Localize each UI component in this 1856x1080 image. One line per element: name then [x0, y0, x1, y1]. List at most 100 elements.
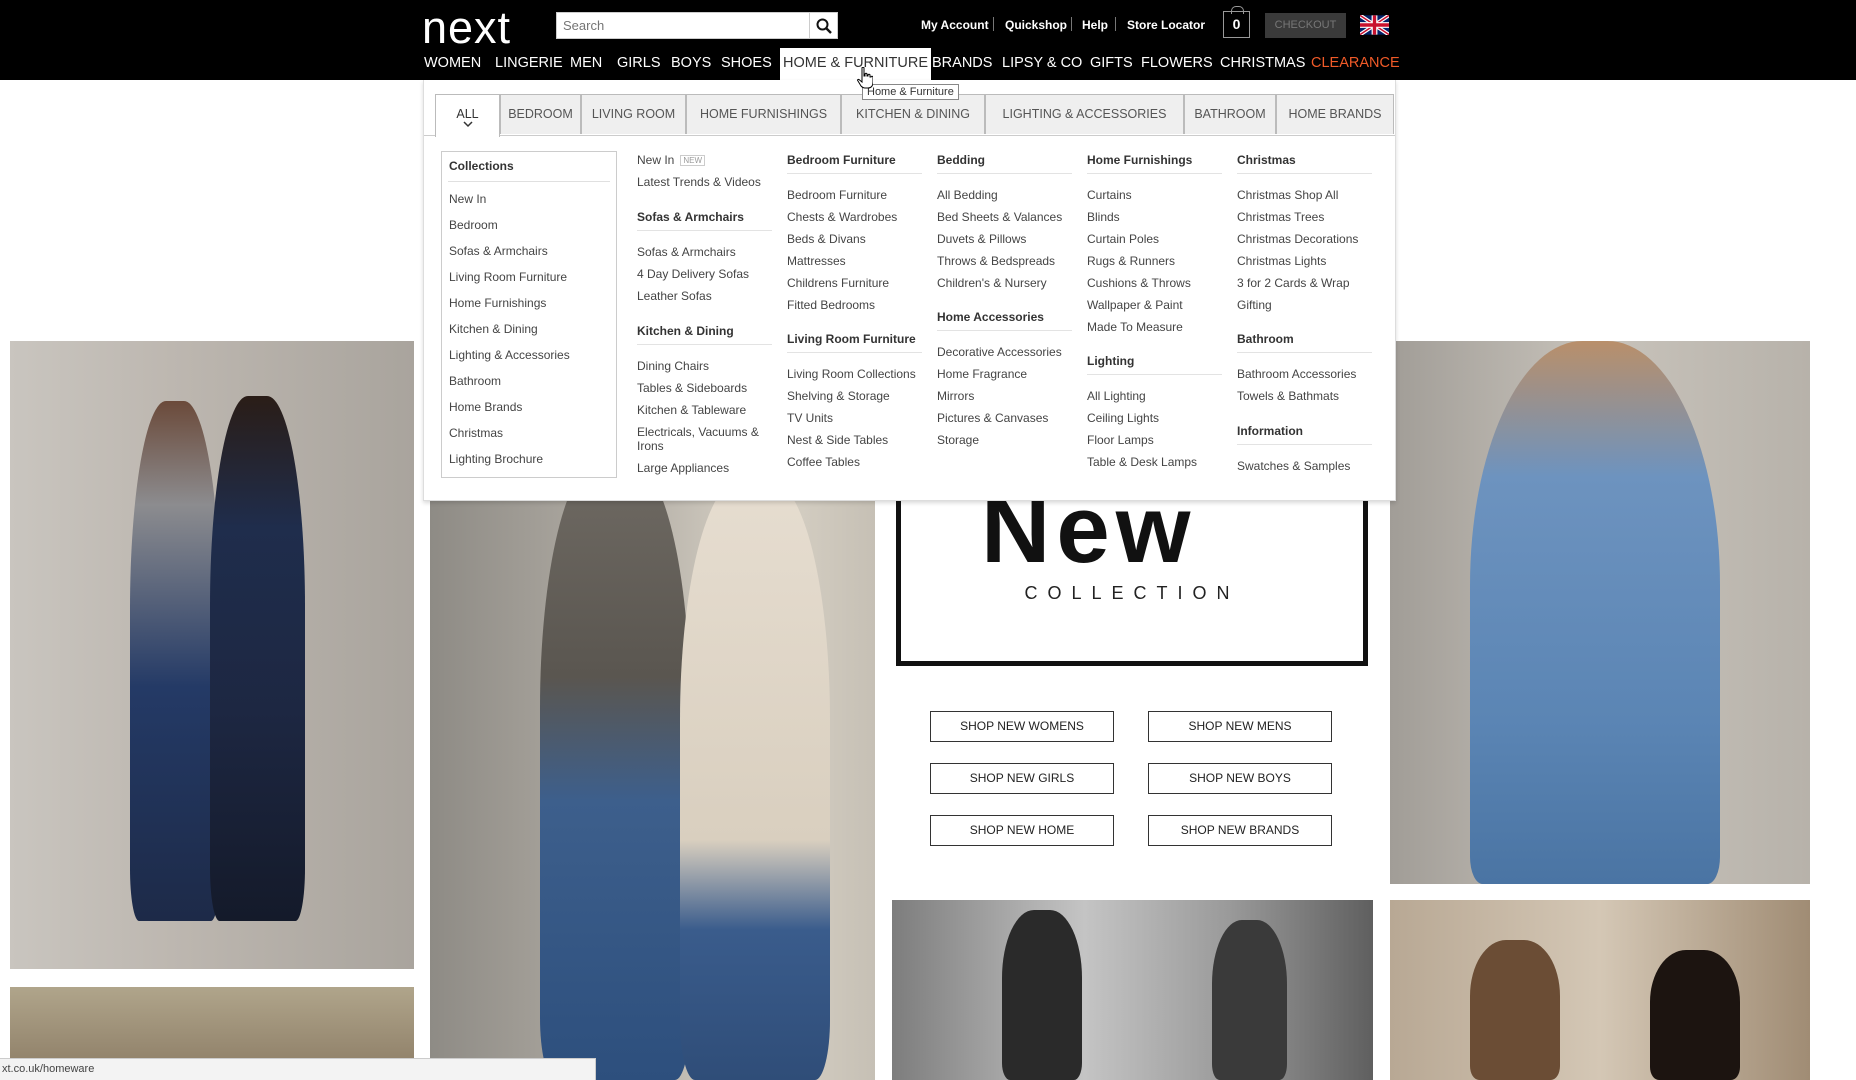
- menu-link[interactable]: 3 for 2 Cards & Wrap: [1237, 276, 1350, 290]
- nav-lipsy-co[interactable]: LIPSY & CO: [1002, 55, 1082, 71]
- nav-brands[interactable]: BRANDS: [932, 55, 992, 71]
- uk-flag-icon[interactable]: [1360, 15, 1389, 35]
- collection-home-brands[interactable]: Home Brands: [449, 400, 522, 414]
- menu-link[interactable]: All Bedding: [937, 188, 998, 202]
- menu-link[interactable]: Home Fragrance: [937, 367, 1027, 381]
- menu-link[interactable]: Christmas Decorations: [1237, 232, 1358, 246]
- collection-living-room-furniture[interactable]: Living Room Furniture: [449, 270, 567, 284]
- menu-link[interactable]: Nest & Side Tables: [787, 433, 888, 447]
- menu-heading-kitchen[interactable]: Kitchen & Dining: [637, 324, 734, 338]
- shop-new-home-button[interactable]: SHOP NEW HOME: [930, 815, 1114, 846]
- nav-lingerie[interactable]: LINGERIE: [495, 55, 563, 71]
- menu-link-latest-trends[interactable]: Latest Trends & Videos: [637, 175, 761, 189]
- nav-clearance[interactable]: CLEARANCE: [1311, 55, 1400, 71]
- tab-bathroom[interactable]: BATHROOM: [1184, 94, 1276, 134]
- collection-christmas[interactable]: Christmas: [449, 426, 503, 440]
- tab-home-brands[interactable]: HOME BRANDS: [1276, 94, 1394, 134]
- nav-christmas[interactable]: CHRISTMAS: [1220, 55, 1305, 71]
- tab-all[interactable]: ALL: [435, 94, 500, 137]
- menu-link[interactable]: Christmas Shop All: [1237, 188, 1338, 202]
- menu-link[interactable]: Bed Sheets & Valances: [937, 210, 1062, 224]
- shop-new-girls-button[interactable]: SHOP NEW GIRLS: [930, 763, 1114, 794]
- collection-kitchen-dining[interactable]: Kitchen & Dining: [449, 322, 538, 336]
- shop-new-womens-button[interactable]: SHOP NEW WOMENS: [930, 711, 1114, 742]
- help-link[interactable]: Help: [1082, 18, 1108, 32]
- tab-kitchen-dining[interactable]: KITCHEN & DINING: [841, 94, 985, 134]
- menu-link[interactable]: Duvets & Pillows: [937, 232, 1026, 246]
- menu-link[interactable]: Irons: [637, 439, 664, 453]
- menu-link[interactable]: Curtains: [1087, 188, 1132, 202]
- collection-lighting-accessories[interactable]: Lighting & Accessories: [449, 348, 570, 362]
- collection-sofas-armchairs[interactable]: Sofas & Armchairs: [449, 244, 548, 258]
- nav-girls[interactable]: GIRLS: [617, 55, 661, 71]
- tab-home-furnishings[interactable]: HOME FURNISHINGS: [686, 94, 841, 134]
- menu-link[interactable]: Storage: [937, 433, 979, 447]
- collection-lighting-brochure[interactable]: Lighting Brochure: [449, 452, 543, 466]
- nav-home-furniture[interactable]: HOME & FURNITURE: [780, 48, 931, 80]
- menu-link[interactable]: Decorative Accessories: [937, 345, 1062, 359]
- store-locator-link[interactable]: Store Locator: [1127, 18, 1205, 32]
- menu-link[interactable]: Shelving & Storage: [787, 389, 890, 403]
- menu-link[interactable]: Curtain Poles: [1087, 232, 1159, 246]
- nav-boys[interactable]: BOYS: [671, 55, 711, 71]
- nav-flowers[interactable]: FLOWERS: [1141, 55, 1213, 71]
- search-button[interactable]: [809, 13, 837, 38]
- menu-link[interactable]: All Lighting: [1087, 389, 1146, 403]
- menu-link[interactable]: 4 Day Delivery Sofas: [637, 267, 749, 281]
- nav-shoes[interactable]: SHOES: [721, 55, 772, 71]
- menu-link[interactable]: Electricals, Vacuums &: [637, 425, 759, 439]
- shop-new-mens-button[interactable]: SHOP NEW MENS: [1148, 711, 1332, 742]
- menu-link[interactable]: Wallpaper & Paint: [1087, 298, 1183, 312]
- menu-link[interactable]: Kitchen & Tableware: [637, 403, 746, 417]
- menu-link[interactable]: Throws & Bedspreads: [937, 254, 1055, 268]
- menu-link[interactable]: Coffee Tables: [787, 455, 860, 469]
- menu-link[interactable]: Rugs & Runners: [1087, 254, 1175, 268]
- promo-image-denim[interactable]: [1390, 341, 1810, 884]
- promo-image-bw-street[interactable]: [892, 900, 1373, 1080]
- menu-link[interactable]: Beds & Divans: [787, 232, 866, 246]
- menu-link[interactable]: Fitted Bedrooms: [787, 298, 875, 312]
- menu-link[interactable]: Towels & Bathmats: [1237, 389, 1339, 403]
- menu-link[interactable]: Bedroom Furniture: [787, 188, 887, 202]
- menu-link[interactable]: Large Appliances: [637, 461, 729, 475]
- menu-heading-bedding[interactable]: Bedding: [937, 153, 985, 167]
- menu-link[interactable]: Table & Desk Lamps: [1087, 455, 1197, 469]
- my-account-link[interactable]: My Account: [921, 18, 989, 32]
- promo-image-couple[interactable]: [1390, 900, 1810, 1080]
- menu-heading-christmas[interactable]: Christmas: [1237, 153, 1296, 167]
- next-logo[interactable]: next: [422, 2, 511, 54]
- promo-image-coats[interactable]: [430, 460, 875, 1080]
- quickshop-link[interactable]: Quickshop: [1005, 18, 1067, 32]
- collection-new-in[interactable]: New In: [449, 192, 486, 206]
- tab-lighting-accessories[interactable]: LIGHTING & ACCESSORIES: [985, 94, 1184, 134]
- search-input[interactable]: [557, 13, 809, 38]
- menu-link[interactable]: Childrens Furniture: [787, 276, 889, 290]
- nav-gifts[interactable]: GIFTS: [1090, 55, 1133, 71]
- menu-link[interactable]: Christmas Trees: [1237, 210, 1324, 224]
- menu-heading-home-furnishings[interactable]: Home Furnishings: [1087, 153, 1192, 167]
- menu-link[interactable]: Made To Measure: [1087, 320, 1183, 334]
- menu-link[interactable]: Mirrors: [937, 389, 974, 403]
- menu-link[interactable]: Christmas Lights: [1237, 254, 1326, 268]
- menu-link[interactable]: Bathroom Accessories: [1237, 367, 1356, 381]
- promo-image-women[interactable]: [10, 341, 414, 969]
- menu-link[interactable]: Dining Chairs: [637, 359, 709, 373]
- menu-link-new-in[interactable]: New In NEW: [637, 153, 706, 167]
- menu-link[interactable]: Mattresses: [787, 254, 846, 268]
- menu-heading-sofas[interactable]: Sofas & Armchairs: [637, 210, 744, 224]
- checkout-button[interactable]: CHECKOUT: [1265, 13, 1346, 38]
- collection-bedroom[interactable]: Bedroom: [449, 218, 498, 232]
- shop-new-brands-button[interactable]: SHOP NEW BRANDS: [1148, 815, 1332, 846]
- menu-link[interactable]: TV Units: [787, 411, 833, 425]
- menu-link[interactable]: Blinds: [1087, 210, 1120, 224]
- menu-heading-lighting[interactable]: Lighting: [1087, 354, 1134, 368]
- tab-bedroom[interactable]: BEDROOM: [500, 94, 581, 134]
- menu-link[interactable]: Sofas & Armchairs: [637, 245, 736, 259]
- nav-men[interactable]: MEN: [570, 55, 602, 71]
- menu-link[interactable]: Cushions & Throws: [1087, 276, 1191, 290]
- menu-heading-information[interactable]: Information: [1237, 424, 1303, 438]
- menu-link[interactable]: Tables & Sideboards: [637, 381, 747, 395]
- menu-heading-home-accessories[interactable]: Home Accessories: [937, 310, 1044, 324]
- menu-link[interactable]: Living Room Collections: [787, 367, 916, 381]
- menu-link[interactable]: Chests & Wardrobes: [787, 210, 897, 224]
